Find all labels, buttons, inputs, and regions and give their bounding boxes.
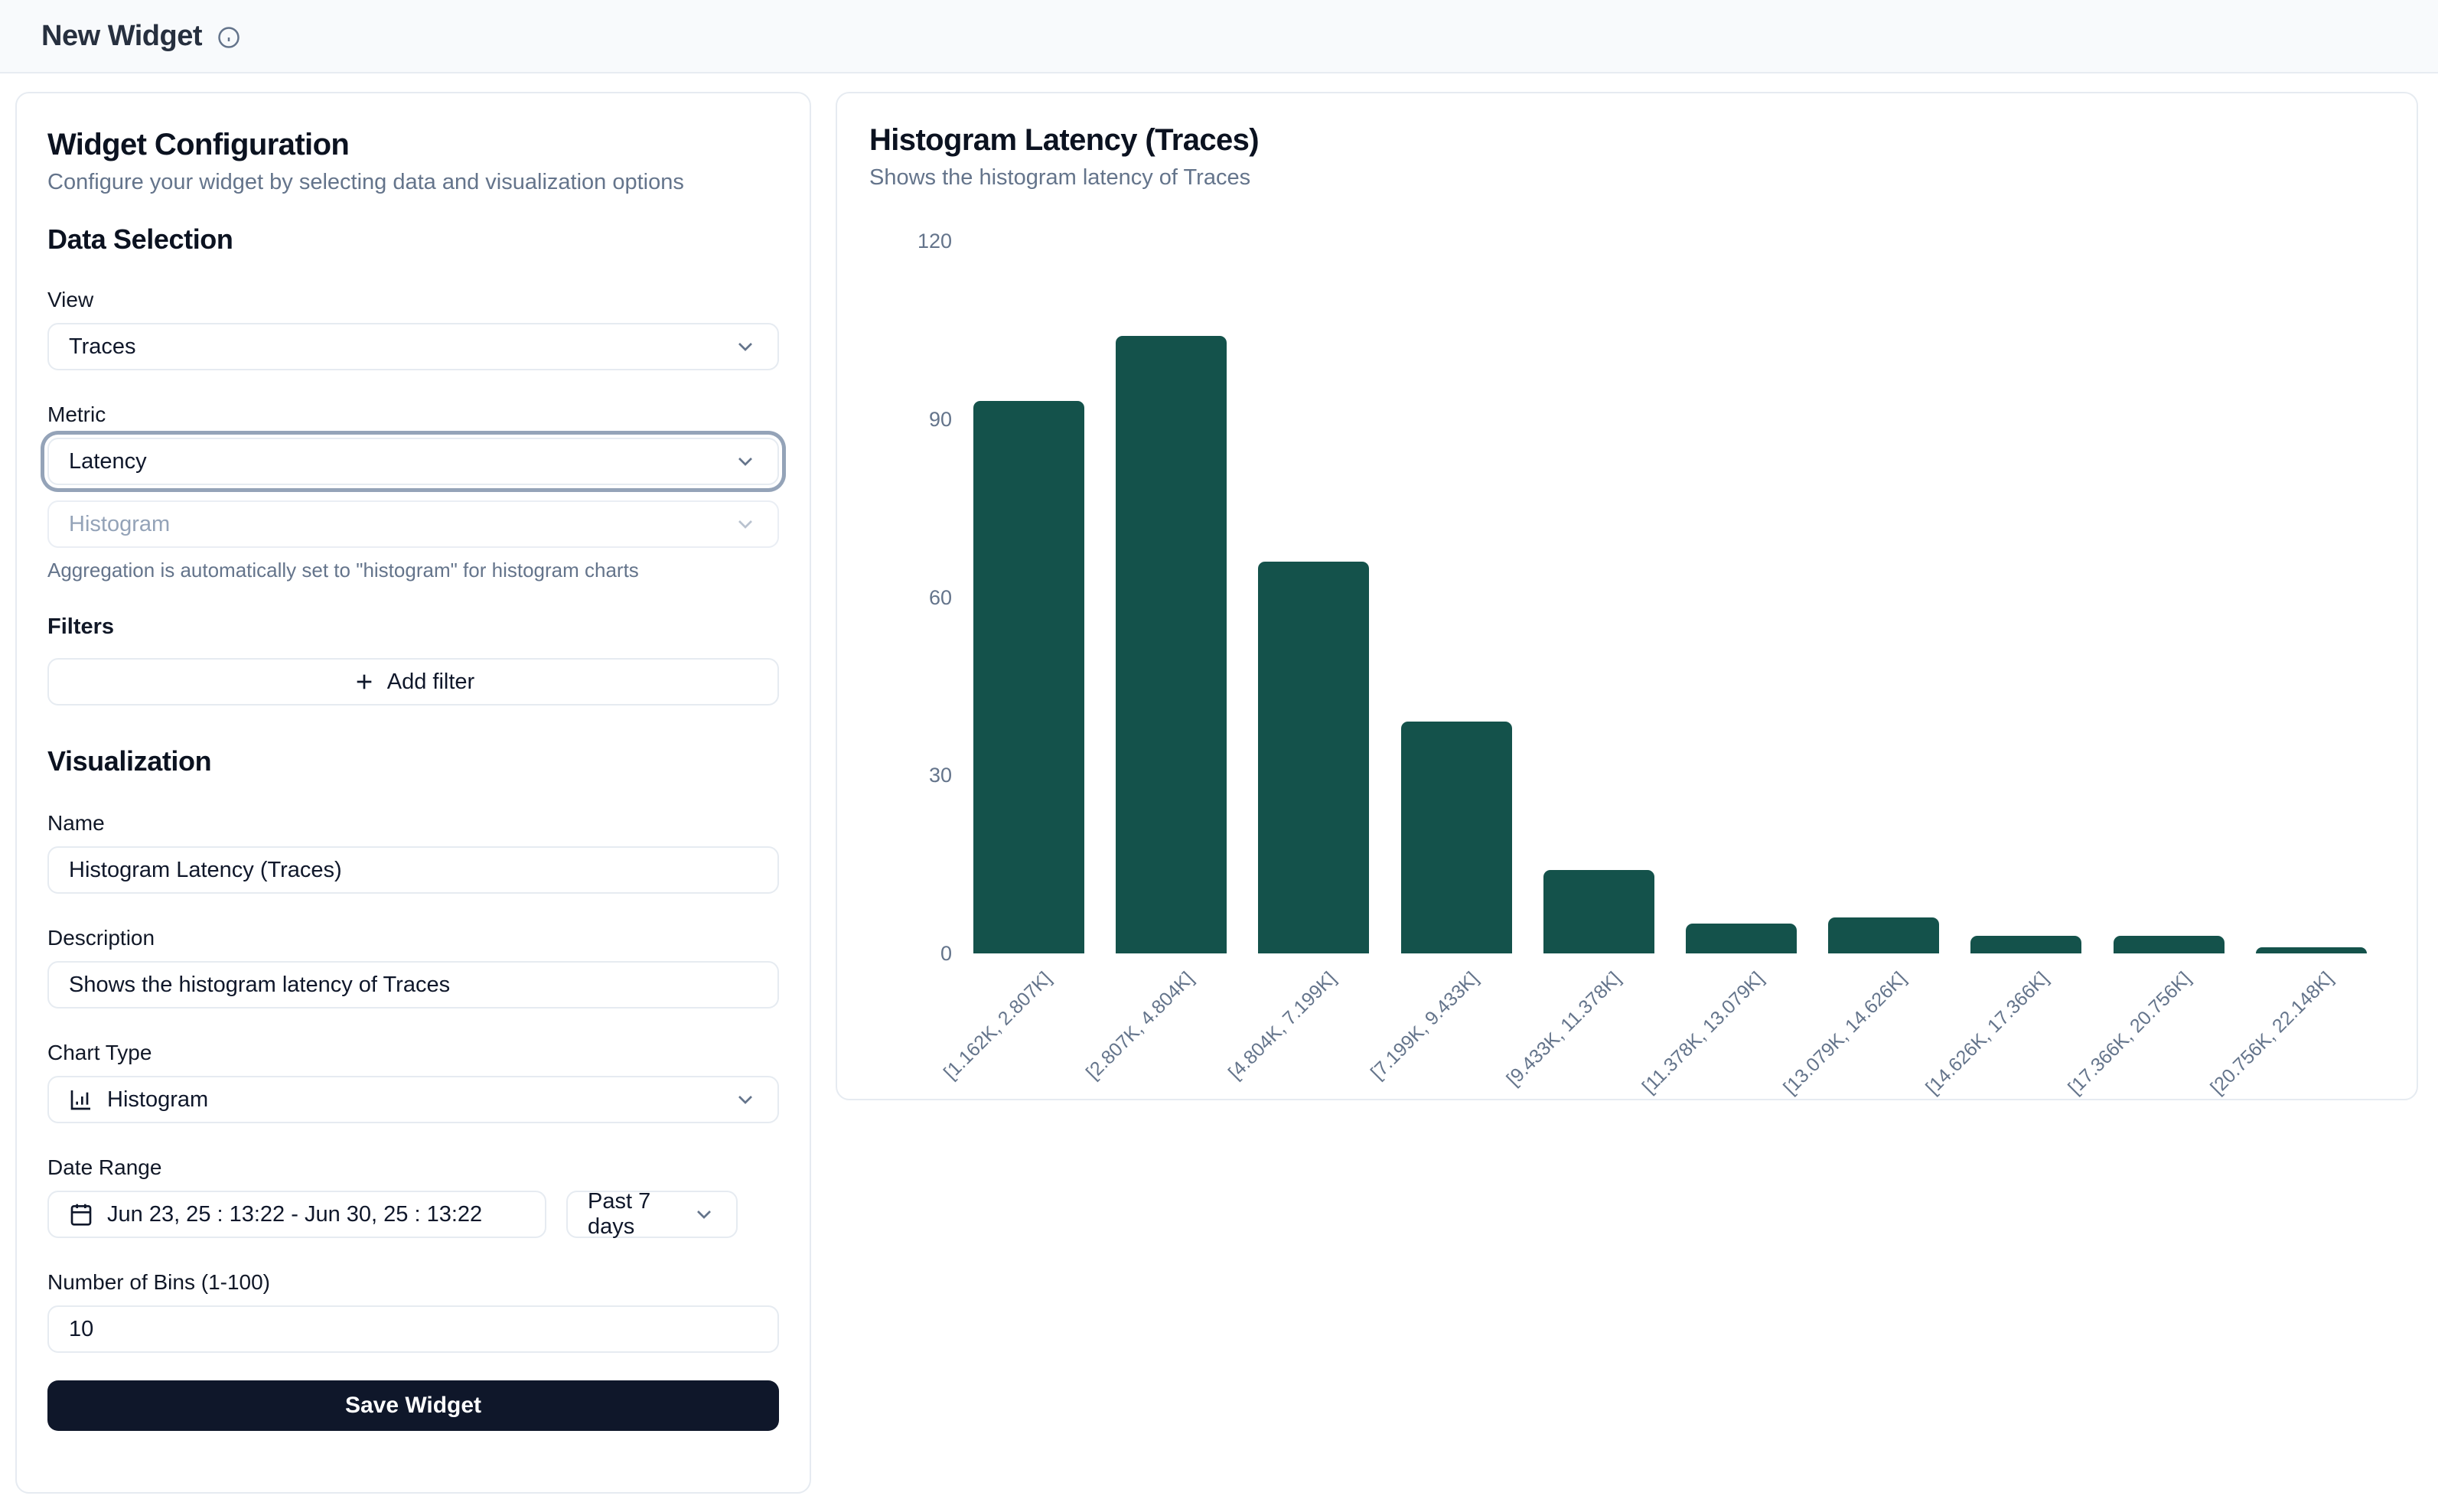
histogram-bar bbox=[1401, 722, 1512, 953]
chevron-down-icon bbox=[733, 512, 758, 536]
top-bar: New Widget bbox=[0, 0, 2438, 73]
aggregation-select-value: Histogram bbox=[69, 512, 170, 537]
histogram-bar bbox=[2114, 936, 2225, 953]
info-icon[interactable] bbox=[217, 26, 240, 49]
chevron-down-icon bbox=[733, 1087, 758, 1112]
view-select[interactable]: Traces bbox=[47, 323, 779, 370]
chevron-down-icon bbox=[733, 334, 758, 359]
save-widget-button[interactable]: Save Widget bbox=[47, 1380, 779, 1431]
date-range-button[interactable]: Jun 23, 25 : 13:22 - Jun 30, 25 : 13:22 bbox=[47, 1191, 546, 1238]
histogram-bar bbox=[1258, 562, 1369, 953]
y-axis-tick: 60 bbox=[837, 585, 952, 611]
date-preset-value: Past 7 days bbox=[588, 1189, 684, 1240]
save-widget-label: Save Widget bbox=[345, 1393, 481, 1419]
data-selection-heading: Data Selection bbox=[47, 223, 779, 256]
histogram-bar bbox=[1686, 924, 1797, 953]
view-label: View bbox=[47, 288, 779, 312]
config-panel-subtitle: Configure your widget by selecting data … bbox=[47, 167, 779, 197]
histogram-bar bbox=[2256, 947, 2367, 953]
y-axis-tick: 120 bbox=[837, 228, 952, 254]
view-select-value: Traces bbox=[69, 334, 136, 360]
date-range-label: Date Range bbox=[47, 1155, 779, 1180]
name-label: Name bbox=[47, 811, 779, 836]
add-filter-button[interactable]: Add filter bbox=[47, 658, 779, 705]
histogram-plot: 0306090120[1.162K, 2.807K][2.807K, 4.804… bbox=[837, 93, 2417, 1099]
histogram-bar bbox=[1828, 917, 1939, 953]
bins-label: Number of Bins (1-100) bbox=[47, 1270, 779, 1295]
metric-select-value: Latency bbox=[69, 449, 147, 474]
chart-type-select[interactable]: Histogram bbox=[47, 1076, 779, 1123]
chart-type-label: Chart Type bbox=[47, 1041, 779, 1065]
widget-configuration-panel: Widget Configuration Configure your widg… bbox=[15, 92, 811, 1494]
aggregation-select: Histogram bbox=[47, 500, 779, 548]
description-label: Description bbox=[47, 926, 779, 950]
config-panel-title: Widget Configuration bbox=[47, 125, 779, 164]
histogram-bar bbox=[1543, 870, 1654, 953]
aggregation-helper-text: Aggregation is automatically set to "his… bbox=[47, 559, 779, 582]
description-input[interactable] bbox=[47, 961, 779, 1009]
chart-column-icon bbox=[69, 1087, 93, 1112]
name-input[interactable] bbox=[47, 846, 779, 894]
histogram-bar bbox=[1970, 936, 2081, 953]
date-range-value: Jun 23, 25 : 13:22 - Jun 30, 25 : 13:22 bbox=[107, 1202, 482, 1227]
filters-label: Filters bbox=[47, 614, 779, 640]
plus-icon bbox=[352, 670, 376, 694]
visualization-heading: Visualization bbox=[47, 745, 779, 777]
metric-select[interactable]: Latency bbox=[47, 438, 779, 485]
calendar-icon bbox=[69, 1202, 93, 1227]
chevron-down-icon bbox=[692, 1202, 716, 1227]
chart-preview-panel: Histogram Latency (Traces) Shows the his… bbox=[836, 92, 2418, 1100]
chevron-down-icon bbox=[733, 449, 758, 474]
date-preset-select[interactable]: Past 7 days bbox=[566, 1191, 738, 1238]
histogram-bar bbox=[1116, 336, 1227, 953]
y-axis-tick: 0 bbox=[837, 940, 952, 966]
chart-type-value: Histogram bbox=[107, 1087, 208, 1113]
bins-input[interactable] bbox=[47, 1305, 779, 1353]
add-filter-label: Add filter bbox=[387, 670, 474, 695]
y-axis-tick: 30 bbox=[837, 762, 952, 788]
page-title: New Widget bbox=[41, 20, 202, 53]
metric-label: Metric bbox=[47, 402, 779, 427]
y-axis-tick: 90 bbox=[837, 406, 952, 432]
histogram-bar bbox=[973, 401, 1084, 953]
